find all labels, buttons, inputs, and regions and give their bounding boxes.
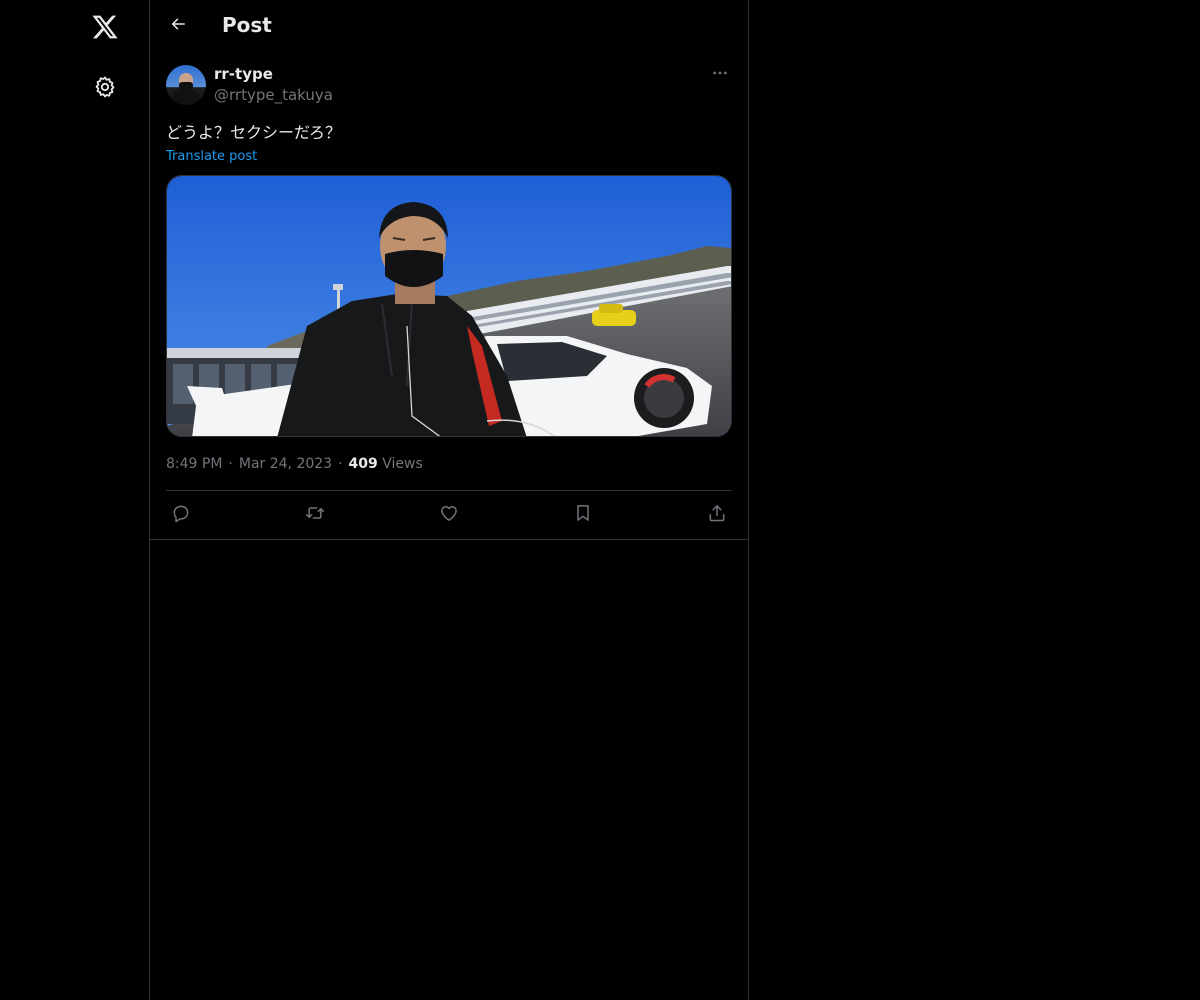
back-button[interactable]: [160, 8, 196, 44]
bookmark-icon: [573, 503, 593, 527]
photo-image: [167, 176, 731, 436]
arrow-left-icon: [169, 15, 187, 37]
share-button[interactable]: [702, 503, 732, 527]
page-header: Post: [150, 0, 748, 53]
post-bottom-border: [150, 539, 748, 540]
more-dots-icon: [711, 64, 729, 86]
page-title: Post: [222, 13, 272, 37]
app-root: Post rr-type @rrtype_takuya どうよ？セクシーだろ？ …: [0, 0, 1200, 1000]
share-icon: [707, 503, 727, 527]
reply-icon: [171, 503, 191, 527]
x-logo-icon[interactable]: [80, 2, 130, 52]
author-display-name[interactable]: rr-type: [214, 65, 273, 83]
repost-button[interactable]: [300, 503, 330, 527]
main-column: Post rr-type @rrtype_takuya どうよ？セクシーだろ？ …: [149, 0, 749, 1000]
post-date[interactable]: Mar 24, 2023: [239, 456, 332, 472]
repost-icon: [304, 503, 326, 527]
separator-dot: ·: [338, 456, 343, 472]
post-text: どうよ？セクシーだろ？: [166, 123, 342, 142]
views-label: Views: [382, 456, 423, 472]
bookmark-button[interactable]: [568, 503, 598, 527]
left-nav: [0, 0, 149, 1000]
avatar[interactable]: [166, 65, 206, 105]
like-button[interactable]: [434, 503, 464, 527]
views-count: 409: [348, 456, 378, 472]
post-time[interactable]: 8:49 PM: [166, 456, 222, 472]
post: rr-type @rrtype_takuya どうよ？セクシーだろ？ Trans…: [150, 53, 748, 539]
gear-icon[interactable]: [80, 62, 130, 112]
post-photo[interactable]: [166, 175, 732, 437]
like-icon: [439, 503, 459, 527]
author-row: rr-type @rrtype_takuya: [166, 65, 732, 109]
post-actions: [166, 491, 732, 539]
author-handle[interactable]: @rrtype_takuya: [214, 86, 333, 104]
separator-dot: ·: [228, 456, 233, 472]
more-options-button[interactable]: [706, 61, 734, 89]
translate-post-link[interactable]: Translate post: [166, 149, 257, 164]
reply-button[interactable]: [166, 503, 196, 527]
post-meta: 8:49 PM · Mar 24, 2023 · 409 Views: [166, 454, 732, 474]
